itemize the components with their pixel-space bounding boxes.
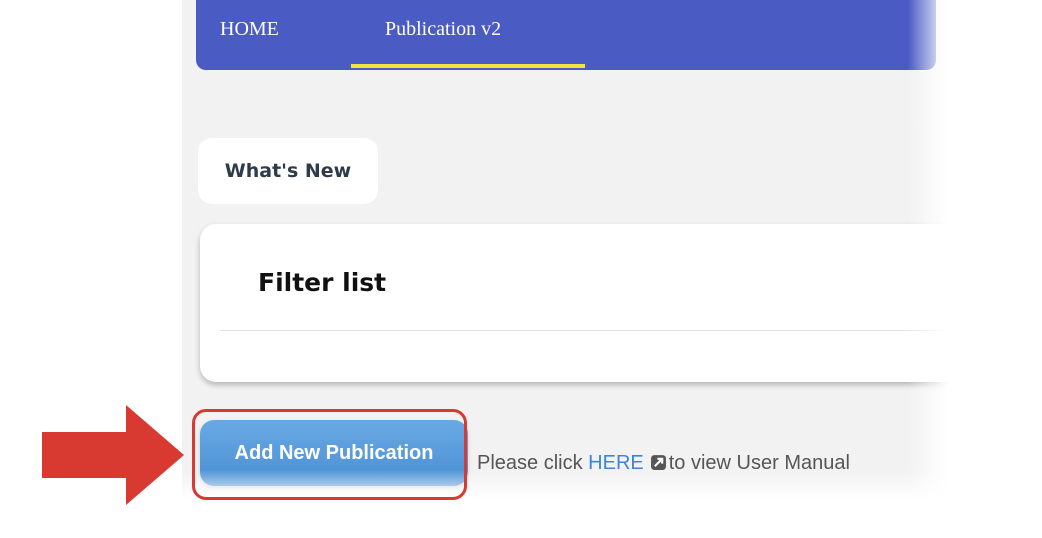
manual-prefix: Please click [477, 452, 589, 474]
user-manual-hint: Please click HERE to view User Manual [477, 452, 850, 475]
external-link-icon[interactable] [650, 454, 667, 471]
nav-publication-v2[interactable]: Publication v2 [385, 18, 501, 41]
active-tab-indicator [351, 64, 585, 68]
whats-new-button[interactable]: What's New [198, 138, 378, 204]
highlight-box [192, 409, 467, 500]
top-navbar: HOME Publication v2 [196, 0, 936, 70]
screenshot-canvas: HOME Publication v2 What's New Filter li… [0, 0, 1042, 538]
filter-divider [220, 330, 948, 331]
filter-card: Filter list [200, 224, 948, 382]
red-arrow-right-icon [42, 405, 184, 505]
manual-here-link[interactable]: HERE [588, 452, 644, 474]
nav-home[interactable]: HOME [220, 18, 279, 41]
manual-suffix: to view User Manual [668, 452, 850, 474]
filter-list-title: Filter list [258, 268, 387, 297]
